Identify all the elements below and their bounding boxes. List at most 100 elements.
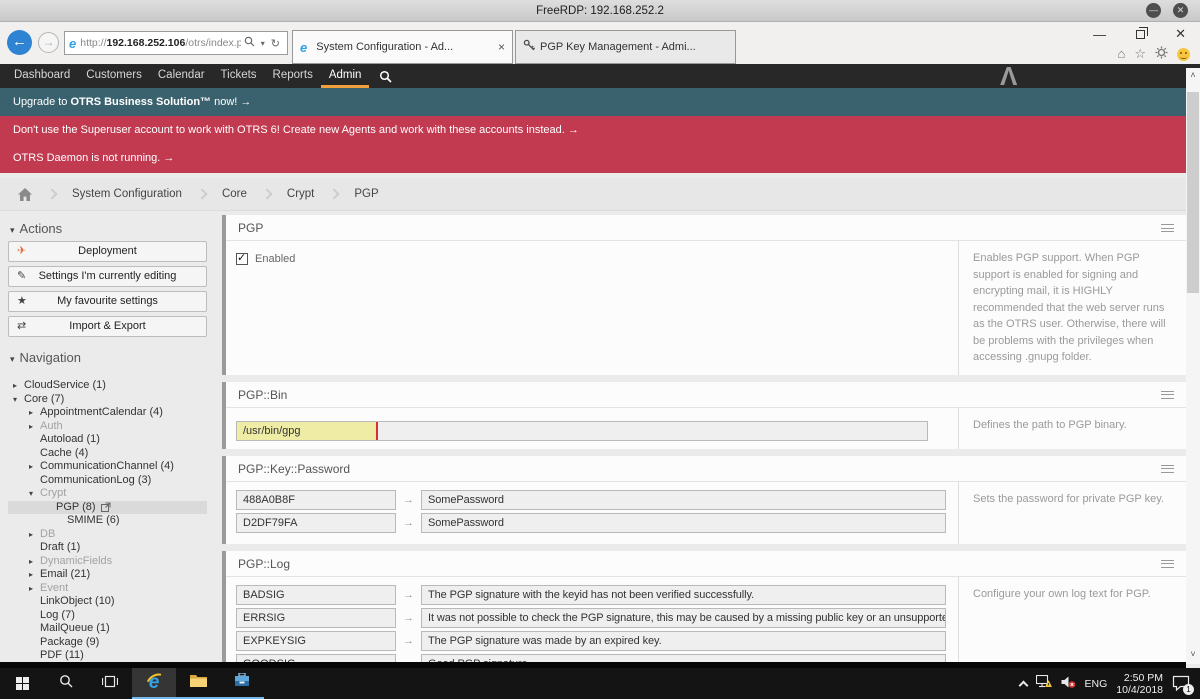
tree-right-arrow-icon[interactable]: ▸ bbox=[29, 406, 40, 420]
nav-item-customers[interactable]: Customers bbox=[78, 64, 150, 88]
nav-item-calendar[interactable]: Calendar bbox=[150, 64, 213, 88]
taskbar-clock[interactable]: 2:50 PM 10/4/2018 bbox=[1116, 672, 1163, 696]
my-favourite-settings-button[interactable]: ★My favourite settings bbox=[8, 291, 207, 312]
pair-value-input[interactable]: The PGP signature was made by an expired… bbox=[421, 631, 946, 651]
minimize-icon[interactable]: — bbox=[1146, 3, 1161, 18]
navigation-widget-header[interactable]: ▾Navigation bbox=[10, 350, 215, 365]
task-view-button[interactable] bbox=[88, 668, 132, 699]
tree-item-email[interactable]: ▸Email (21) bbox=[0, 568, 215, 582]
start-button[interactable] bbox=[0, 668, 44, 699]
gear-icon[interactable] bbox=[1155, 46, 1168, 62]
pair-key-input[interactable]: 488A0B8F bbox=[236, 490, 396, 510]
setting-menu-icon[interactable] bbox=[1161, 391, 1174, 399]
checked-checkbox[interactable] bbox=[236, 253, 248, 265]
taskbar-explorer-button[interactable] bbox=[176, 668, 220, 699]
settings-i-m-currently-editing-button[interactable]: ✎Settings I'm currently editing bbox=[8, 266, 207, 287]
superuser-warning-banner[interactable]: Don't use the Superuser account to work … bbox=[0, 116, 1200, 144]
window-restore-icon[interactable] bbox=[1136, 30, 1145, 39]
nav-item-tickets[interactable]: Tickets bbox=[213, 64, 265, 88]
navbar-search-icon[interactable] bbox=[379, 64, 392, 88]
tree-item-linkobject[interactable]: LinkObject (10) bbox=[0, 595, 215, 609]
tree-item-pgp[interactable]: PGP (8) bbox=[8, 501, 207, 515]
window-close-icon[interactable]: ✕ bbox=[1175, 26, 1186, 42]
address-bar[interactable]: e http://192.168.252.106/otrs/index.pl?A… bbox=[64, 31, 288, 55]
tree-down-arrow-icon[interactable]: ▾ bbox=[29, 487, 40, 501]
tree-item-event[interactable]: ▸Event bbox=[0, 582, 215, 596]
pair-key-input[interactable]: BADSIG bbox=[236, 585, 396, 605]
pair-value-input[interactable]: SomePassword bbox=[421, 513, 946, 533]
tree-right-arrow-icon[interactable]: ▸ bbox=[29, 420, 40, 434]
search-icon[interactable] bbox=[244, 36, 255, 50]
page-scrollbar[interactable]: ˄ ˅ bbox=[1186, 68, 1200, 664]
taskbar-server-manager-button[interactable] bbox=[220, 668, 264, 699]
actions-widget-header[interactable]: ▾Actions bbox=[10, 221, 215, 236]
tree-item-draft[interactable]: Draft (1) bbox=[0, 541, 215, 555]
breadcrumb-item[interactable]: System Configuration bbox=[72, 188, 182, 200]
pair-key-input[interactable]: D2DF79FA bbox=[236, 513, 396, 533]
tree-right-arrow-icon[interactable]: ▸ bbox=[29, 555, 40, 569]
tree-item-mailqueue[interactable]: MailQueue (1) bbox=[0, 622, 215, 636]
browser-tab[interactable]: PGP Key Management - Admi... bbox=[515, 30, 736, 64]
deployment-button[interactable]: ✈Deployment bbox=[8, 241, 207, 262]
tree-item-smime[interactable]: SMIME (6) bbox=[0, 514, 215, 528]
path-input[interactable]: /usr/bin/gpg bbox=[236, 421, 928, 441]
highlighted-value[interactable]: /usr/bin/gpg bbox=[236, 421, 378, 441]
tree-item-communicationlog[interactable]: CommunicationLog (3) bbox=[0, 474, 215, 488]
tree-item-autoload[interactable]: Autoload (1) bbox=[0, 433, 215, 447]
favorites-star-icon[interactable]: ☆ bbox=[1134, 47, 1146, 61]
tree-item-cache[interactable]: Cache (4) bbox=[0, 447, 215, 461]
tree-right-arrow-icon[interactable]: ▸ bbox=[13, 379, 24, 393]
feedback-smiley-icon[interactable] bbox=[1177, 48, 1190, 61]
scroll-up-icon[interactable]: ˄ bbox=[1186, 68, 1200, 83]
muted-speaker-icon[interactable] bbox=[1061, 675, 1076, 693]
tree-item-pdf[interactable]: PDF (11) bbox=[0, 649, 215, 663]
tree-right-arrow-icon[interactable]: ▸ bbox=[29, 528, 40, 542]
setting-menu-icon[interactable] bbox=[1161, 465, 1174, 473]
autocomplete-dropdown-icon[interactable]: ▾ bbox=[261, 39, 265, 48]
tree-down-arrow-icon[interactable]: ▾ bbox=[13, 393, 24, 407]
scrollbar-thumb[interactable] bbox=[1187, 92, 1199, 293]
breadcrumb-item[interactable]: Core bbox=[222, 188, 247, 200]
action-center-button[interactable]: 1 bbox=[1172, 675, 1192, 693]
pair-key-input[interactable]: EXPKEYSIG bbox=[236, 631, 396, 651]
setting-menu-icon[interactable] bbox=[1161, 560, 1174, 568]
nav-item-dashboard[interactable]: Dashboard bbox=[6, 64, 78, 88]
pair-value-input[interactable]: SomePassword bbox=[421, 490, 946, 510]
pair-key-input[interactable]: ERRSIG bbox=[236, 608, 396, 628]
breadcrumb-item[interactable]: Crypt bbox=[287, 188, 314, 200]
language-indicator[interactable]: ENG bbox=[1085, 678, 1108, 690]
tree-item-db[interactable]: ▸DB bbox=[0, 528, 215, 542]
daemon-warning-banner[interactable]: OTRS Daemon is not running. → bbox=[0, 144, 1200, 173]
network-warning-icon[interactable] bbox=[1036, 675, 1052, 693]
tree-item-appointmentcalendar[interactable]: ▸AppointmentCalendar (4) bbox=[0, 406, 215, 420]
tab-close-icon[interactable]: × bbox=[498, 40, 505, 54]
external-link-icon[interactable] bbox=[101, 502, 111, 512]
home-breadcrumb-icon[interactable] bbox=[18, 188, 32, 201]
browser-forward-button[interactable]: → bbox=[38, 32, 59, 53]
tree-item-package[interactable]: Package (9) bbox=[0, 636, 215, 650]
pair-value-input[interactable]: It was not possible to check the PGP sig… bbox=[421, 608, 946, 628]
taskbar-ie-button[interactable]: e bbox=[132, 668, 176, 699]
breadcrumb-item[interactable]: PGP bbox=[354, 188, 378, 200]
home-icon[interactable]: ⌂ bbox=[1117, 47, 1125, 61]
tree-right-arrow-icon[interactable]: ▸ bbox=[29, 568, 40, 582]
browser-back-button[interactable]: ← bbox=[7, 30, 32, 55]
import-export-button[interactable]: ⇄Import & Export bbox=[8, 316, 207, 337]
tree-item-communicationchannel[interactable]: ▸CommunicationChannel (4) bbox=[0, 460, 215, 474]
tray-expand-icon[interactable] bbox=[1018, 680, 1028, 690]
upgrade-banner[interactable]: Upgrade to OTRS Business Solution™ now! … bbox=[0, 88, 1200, 116]
tree-item-dynamicfields[interactable]: ▸DynamicFields bbox=[0, 555, 215, 569]
tree-item-core[interactable]: ▾Core (7) bbox=[0, 393, 215, 407]
pair-value-input[interactable]: The PGP signature with the keyid has not… bbox=[421, 585, 946, 605]
browser-tab[interactable]: eSystem Configuration - Ad...× bbox=[292, 30, 513, 64]
nav-item-reports[interactable]: Reports bbox=[265, 64, 321, 88]
tree-item-log[interactable]: Log (7) bbox=[0, 609, 215, 623]
nav-item-admin[interactable]: Admin bbox=[321, 64, 370, 88]
tree-right-arrow-icon[interactable]: ▸ bbox=[29, 582, 40, 596]
tree-item-cloudservice[interactable]: ▸CloudService (1) bbox=[0, 379, 215, 393]
tree-item-crypt[interactable]: ▾Crypt bbox=[0, 487, 215, 501]
window-minimize-icon[interactable]: — bbox=[1093, 27, 1106, 42]
tree-right-arrow-icon[interactable]: ▸ bbox=[29, 460, 40, 474]
taskbar-search-button[interactable] bbox=[44, 668, 88, 699]
tree-item-auth[interactable]: ▸Auth bbox=[0, 420, 215, 434]
